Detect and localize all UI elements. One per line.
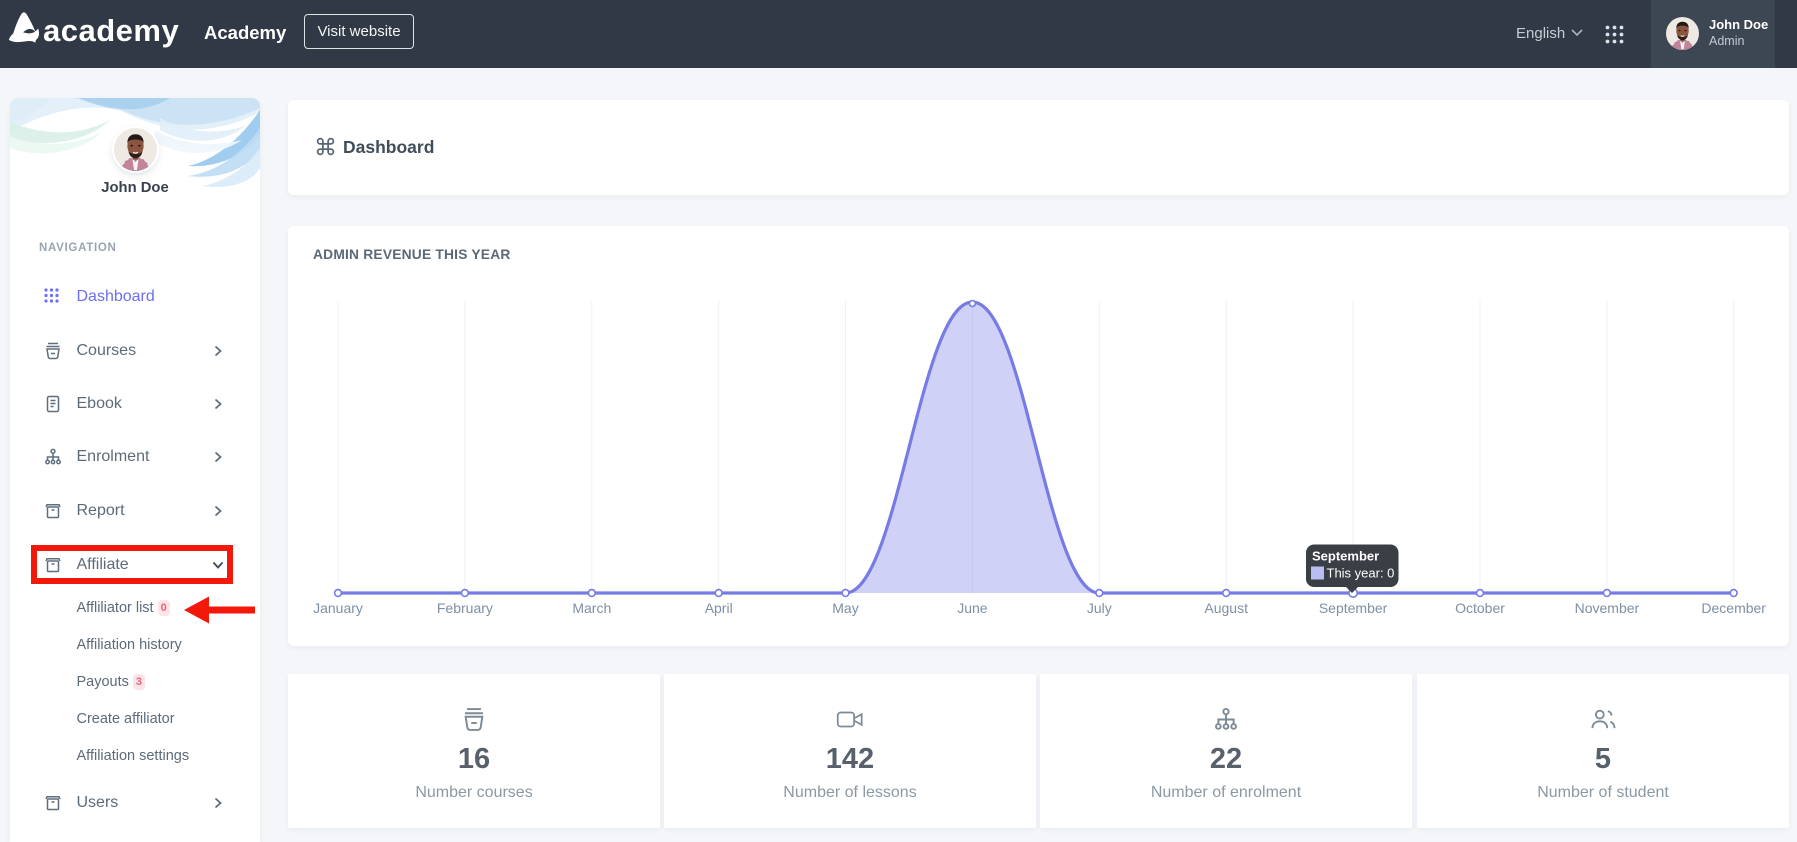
svg-text:This year: 0: This year: 0 — [1327, 566, 1395, 581]
svg-text:June: June — [957, 600, 988, 616]
svg-text:March: March — [572, 600, 611, 616]
svg-text:October: October — [1455, 600, 1505, 616]
svg-text:December: December — [1701, 600, 1766, 616]
svg-text:April: April — [705, 600, 733, 616]
svg-text:July: July — [1087, 600, 1112, 616]
svg-text:May: May — [832, 600, 858, 616]
svg-text:January: January — [313, 600, 363, 616]
svg-text:September: September — [1312, 549, 1379, 564]
svg-text:August: August — [1204, 600, 1248, 616]
svg-text:February: February — [437, 600, 493, 616]
svg-text:November: November — [1575, 600, 1640, 616]
svg-text:September: September — [1319, 600, 1388, 616]
